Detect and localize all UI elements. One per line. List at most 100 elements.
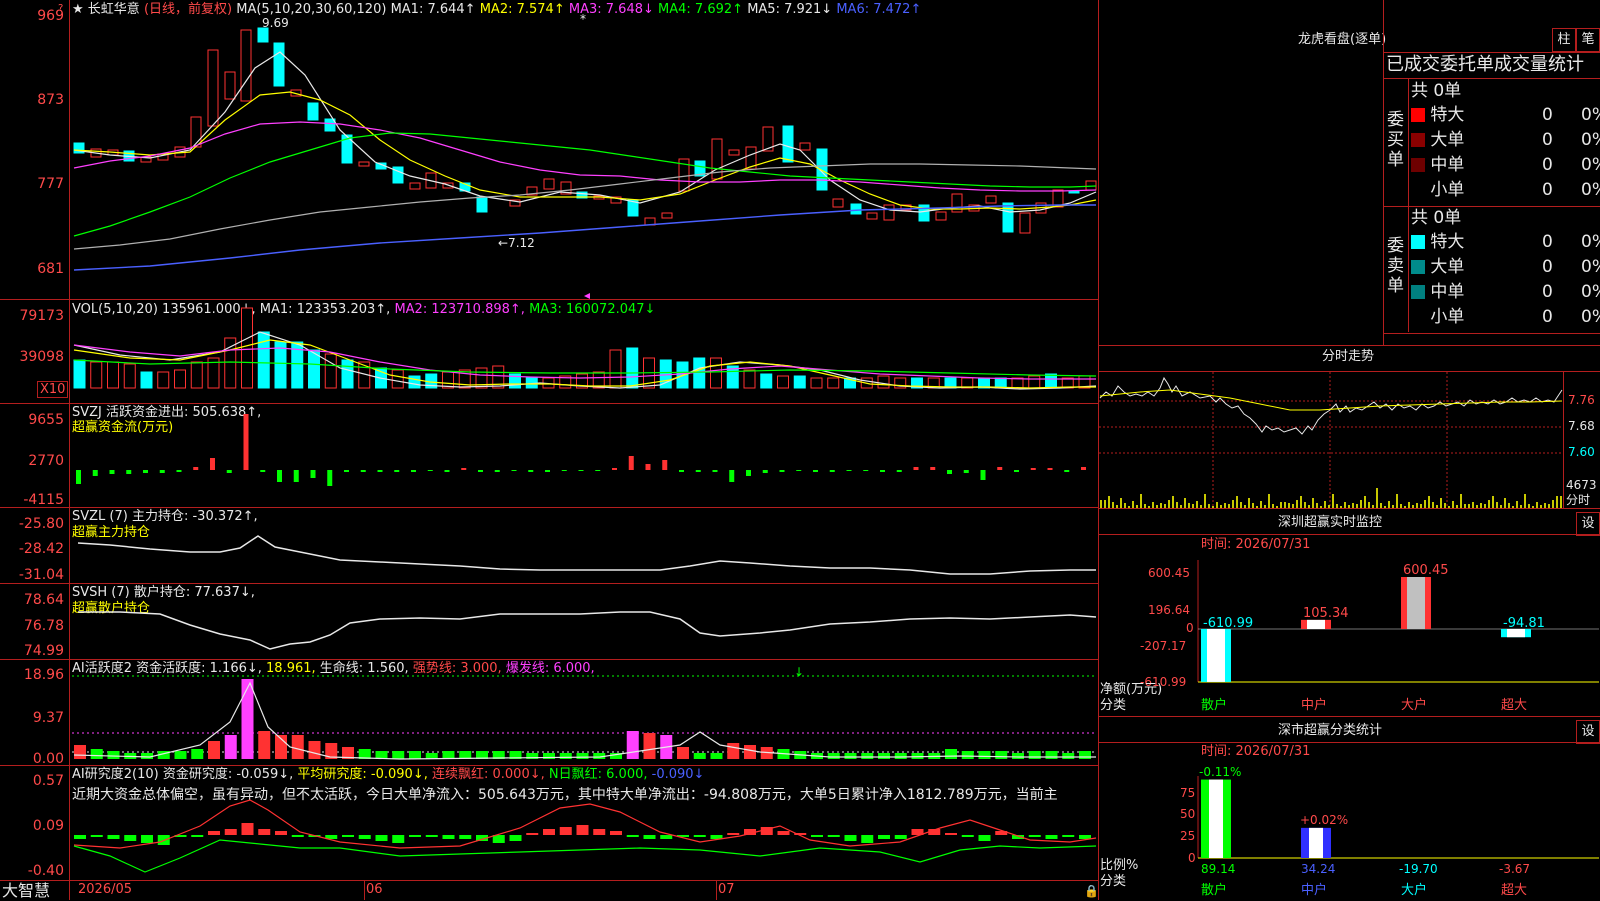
activity-bar	[710, 753, 723, 759]
order-count: 0	[1542, 257, 1553, 277]
xaxis-tick-jul	[716, 881, 717, 900]
flow-bar	[193, 467, 199, 470]
research-bar	[1062, 835, 1075, 837]
research-bar	[610, 831, 622, 835]
research-bar	[509, 835, 522, 841]
order-row-小单: 小单 0 0%	[1411, 180, 1600, 200]
flow-bar	[461, 468, 467, 470]
volume-bar	[827, 377, 840, 389]
ss-title-divider	[1099, 742, 1600, 743]
fs-axis-border	[1563, 371, 1564, 508]
activity-bar	[174, 751, 187, 759]
ss-settings-button[interactable]: 设	[1576, 720, 1600, 744]
flow-bar	[327, 470, 333, 486]
activity-bar	[844, 753, 857, 759]
order-percent: 0%	[1581, 180, 1600, 200]
flow-bar	[226, 470, 232, 473]
order-count: 0	[1542, 180, 1553, 200]
activity-bar	[90, 749, 103, 759]
activity-bar	[693, 753, 706, 759]
intraday-volume-bar	[1324, 501, 1326, 508]
monitor-value-label: 105.34	[1303, 606, 1349, 621]
sz-settings-button[interactable]: 设	[1576, 512, 1600, 536]
intraday-volume-bar	[1100, 500, 1102, 508]
order-percent: 0%	[1581, 232, 1600, 252]
order-type-label: 小单	[1425, 180, 1465, 200]
ss-cat-2: 大户	[1401, 883, 1428, 898]
research-bar	[693, 835, 706, 837]
research-bar	[861, 835, 874, 843]
flow-bar	[779, 470, 785, 472]
research-bar	[224, 829, 237, 835]
flow-bar	[746, 470, 751, 476]
order-type-label: 中单	[1425, 155, 1465, 175]
research-bar	[442, 835, 455, 839]
flow-bar	[829, 470, 835, 472]
flow-bar	[963, 470, 969, 473]
flow-bar	[427, 470, 433, 471]
ai2-chart[interactable]	[70, 766, 1098, 880]
price-chart[interactable]	[70, 0, 1098, 299]
order-percent: 0%	[1581, 257, 1600, 277]
monitor-value-label: -610.99	[1203, 616, 1253, 631]
ss-stats-chart[interactable]	[1099, 760, 1600, 860]
intraday-volume-bar	[1184, 498, 1186, 508]
volume-bar	[107, 361, 119, 389]
activity-bar	[677, 747, 689, 759]
activity-bar	[961, 751, 974, 759]
ss-val-3: -3.67	[1499, 862, 1531, 876]
volume-bar	[609, 349, 622, 389]
lock-icon[interactable]: 🔒	[1084, 883, 1099, 899]
monitor-value-label: 600.45	[1403, 563, 1449, 578]
bar-mode-button[interactable]: 柱	[1552, 28, 1576, 52]
activity-bar	[978, 751, 991, 759]
order-count: 0	[1542, 105, 1553, 125]
activity-bar	[1079, 751, 1091, 759]
order-percent: 0%	[1581, 130, 1600, 150]
ss-top-divider	[1099, 716, 1600, 717]
flow-bar	[411, 470, 416, 472]
research-bar	[593, 829, 606, 835]
svzl-chart[interactable]	[70, 508, 1098, 583]
research-bar	[425, 835, 438, 837]
svsh-chart[interactable]	[70, 584, 1098, 659]
ai1-chart[interactable]: ↓	[70, 660, 1098, 765]
research-bar	[626, 835, 639, 837]
lhb-tabs[interactable]: 已成交委托单成交量统计	[1386, 54, 1584, 76]
xaxis-tick-jun	[364, 881, 365, 900]
activity-bar	[191, 749, 204, 759]
intraday-volume-bar	[1440, 498, 1442, 508]
svg-text:↓: ↓	[794, 665, 804, 679]
intraday-chart[interactable]	[1099, 372, 1563, 508]
order-row-大单: 大单 0 0%	[1411, 130, 1600, 150]
volume-bar	[777, 375, 789, 389]
fs-axis-bot: 7.60	[1568, 445, 1595, 459]
svzj-chart[interactable]	[70, 404, 1098, 507]
activity-bar	[878, 753, 890, 759]
svzj-axis-top: 9655	[28, 412, 64, 428]
flow-bar	[930, 467, 936, 470]
research-bar	[141, 835, 153, 843]
order-percent: 0%	[1581, 307, 1600, 327]
activity-bar	[911, 753, 924, 759]
volume-bar	[877, 375, 890, 389]
pen-mode-button[interactable]: 笔	[1576, 28, 1600, 52]
intraday-volume-bar	[1360, 500, 1362, 508]
volume-bar	[123, 363, 136, 389]
flow-bar	[880, 470, 885, 472]
intraday-volume-bar	[1376, 488, 1378, 508]
activity-bar	[827, 753, 840, 759]
research-bar	[191, 835, 204, 837]
volume-bar	[1045, 373, 1057, 389]
intraday-volume-bar	[1524, 494, 1526, 508]
ss-unit: 比例%	[1100, 858, 1139, 873]
order-count: 0	[1542, 155, 1553, 175]
volume-chart[interactable]	[70, 300, 1098, 403]
flow-bar	[528, 470, 534, 472]
activity-bar	[894, 753, 907, 759]
volume-bar	[710, 357, 722, 389]
sz-monitor-chart[interactable]: -610.99 105.34 600.45 -94.81	[1099, 535, 1600, 715]
ss-class: 分类	[1100, 874, 1127, 889]
flow-bar	[980, 470, 986, 480]
intraday-volume-bar	[1172, 496, 1174, 508]
